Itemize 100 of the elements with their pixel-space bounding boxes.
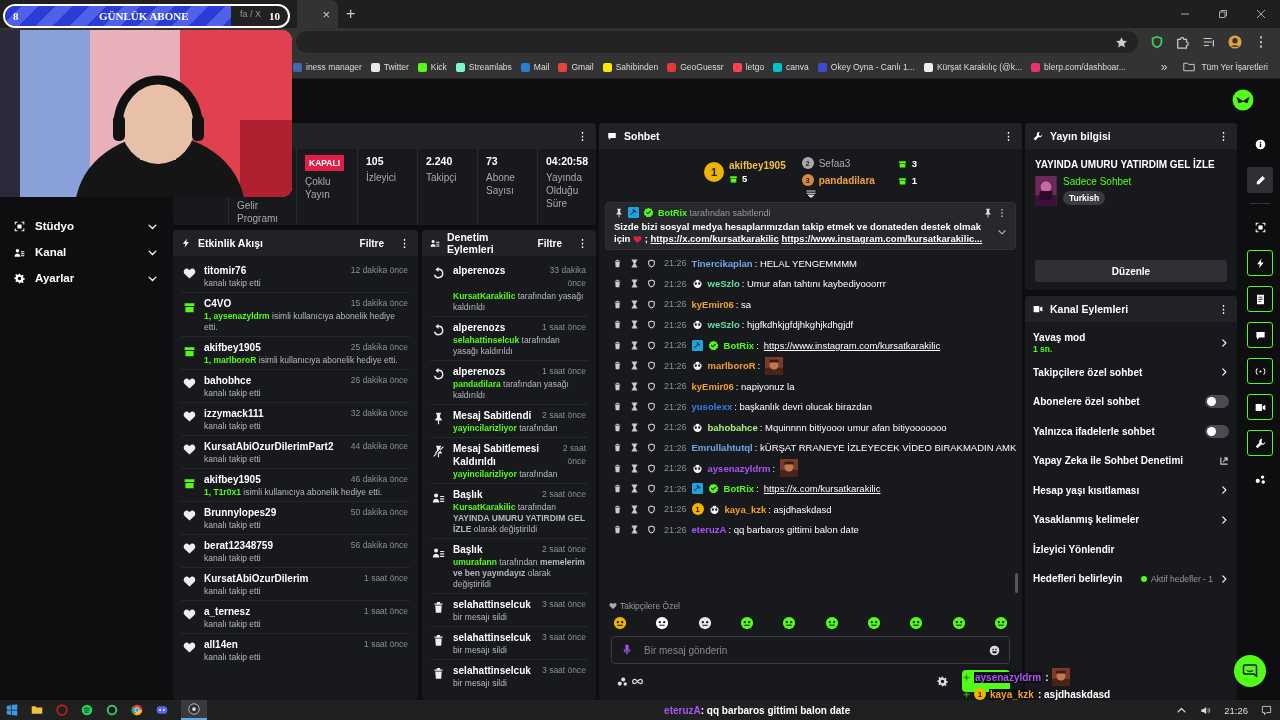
channel-action[interactable]: Hesap yaşı kısıtlaması	[1025, 475, 1237, 505]
emote-icon[interactable]	[866, 616, 881, 630]
hourglass-icon[interactable]	[630, 402, 639, 412]
shield-icon[interactable]	[647, 361, 656, 371]
link[interactable]: https://www.instagram.com/kursatkarakilic...	[781, 233, 983, 244]
username[interactable]: C4VO	[204, 297, 232, 310]
toggle-switch[interactable]	[1205, 395, 1229, 409]
bookmark[interactable]: Okey Oyna - Canlı 1...	[817, 62, 915, 72]
smiley-icon[interactable]	[989, 644, 1000, 656]
edit-button[interactable]: Düzenle	[1035, 260, 1227, 282]
shield-icon[interactable]	[647, 484, 656, 494]
username[interactable]: KursatAbiOzurDilerimPart2	[204, 440, 334, 453]
trash-icon[interactable]	[613, 504, 622, 514]
star-icon[interactable]	[1115, 35, 1128, 49]
emote-icon[interactable]	[782, 616, 797, 630]
channel-action[interactable]: Yavaş mod 1 sn.	[1025, 328, 1237, 358]
username[interactable]: akifbey1905	[204, 341, 261, 354]
close-icon[interactable]	[1256, 9, 1266, 19]
trash-icon[interactable]	[613, 279, 622, 289]
message-input[interactable]: Bir mesaj gönderin	[611, 636, 1010, 664]
hourglass-icon[interactable]	[630, 504, 639, 514]
channel-action[interactable]: Abonelere özel sohbet	[1025, 387, 1237, 417]
bookmark[interactable]: letgo	[732, 62, 765, 72]
emote-icon[interactable]	[951, 616, 966, 630]
points-icon[interactable]	[617, 675, 628, 687]
tag[interactable]: Turkish	[1063, 191, 1106, 205]
trash-icon[interactable]	[613, 443, 622, 453]
shield-icon[interactable]	[647, 422, 656, 432]
link[interactable]: https://www.instagram.com/kursatkarakilic	[763, 339, 941, 351]
bookmark[interactable]: Gmail	[558, 62, 594, 72]
shield-icon[interactable]	[647, 258, 656, 268]
game-controller-icon[interactable]	[156, 704, 168, 716]
shield-icon[interactable]	[647, 340, 656, 350]
sidebar-item[interactable]: Kanal	[0, 239, 170, 265]
bookmark[interactable]: GeoGuessr	[667, 62, 724, 72]
emote-icon[interactable]	[993, 616, 1008, 630]
sidebar-tool-button[interactable]	[1247, 167, 1273, 193]
trash-icon[interactable]	[613, 463, 622, 473]
shield-icon[interactable]	[647, 320, 656, 330]
shield-icon[interactable]	[647, 504, 656, 514]
hourglass-icon[interactable]	[630, 279, 639, 289]
bookmark[interactable]: blerp.com/dashboar...	[1031, 62, 1126, 72]
more-bookmarks-button[interactable]: »	[1160, 60, 1168, 74]
trash-icon[interactable]	[613, 525, 622, 535]
chat-bubble-button[interactable]	[1234, 655, 1266, 687]
username[interactable]: KursatAbiOzurDilerim	[204, 572, 309, 585]
hourglass-icon[interactable]	[630, 463, 639, 473]
username[interactable]: titomir76	[204, 264, 247, 277]
avatar-icon[interactable]	[1228, 35, 1242, 49]
username[interactable]: akifbey1905	[204, 473, 261, 486]
category-link[interactable]: Sadece Sohbet	[1063, 176, 1132, 187]
playlist-icon[interactable]	[1202, 35, 1216, 49]
username[interactable]: a_ternesz	[204, 605, 251, 618]
sidebar-tool-button[interactable]	[1247, 394, 1273, 420]
bookmark[interactable]: Mail	[520, 62, 550, 72]
trash-icon[interactable]	[613, 299, 622, 309]
sidebar-tool-button[interactable]	[1247, 358, 1273, 384]
emote-icon[interactable]	[909, 616, 924, 630]
username[interactable]: kyEmir06	[691, 298, 734, 310]
username[interactable]: kyEmir06	[691, 380, 734, 392]
shield-icon[interactable]	[647, 402, 656, 412]
channel-action[interactable]: Yalnızca ifadelerle sohbet	[1025, 416, 1237, 446]
toggle-switch[interactable]	[1205, 424, 1229, 438]
sidebar-tool-button[interactable]	[1247, 322, 1273, 348]
sidebar-tool-button[interactable]	[1247, 286, 1273, 312]
gear-icon[interactable]	[937, 675, 948, 687]
username[interactable]: weSzlo	[707, 319, 740, 331]
shield-icon[interactable]	[647, 299, 656, 309]
emote-icon[interactable]	[697, 616, 712, 630]
username[interactable]: bahobhce	[204, 374, 252, 387]
username[interactable]: Tinercikaplan	[691, 257, 753, 269]
restore-icon[interactable]	[1218, 9, 1228, 19]
bookmark[interactable]: Kürşat Karakılıç (@k...	[923, 62, 1023, 72]
bookmark[interactable]: Sahibinden	[602, 62, 659, 72]
bookmark[interactable]: Twitter	[370, 62, 409, 72]
link[interactable]: https://x.com/kursatkarakilic	[763, 483, 881, 495]
hourglass-icon[interactable]	[630, 320, 639, 330]
channel-action[interactable]: Takipçilere özel sohbet	[1025, 357, 1237, 387]
taskbar-app-button[interactable]	[181, 700, 207, 720]
username[interactable]: bahobahce	[707, 421, 758, 433]
emote-icon[interactable]	[824, 616, 839, 630]
username[interactable]: yusolexx	[691, 401, 733, 413]
username[interactable]: Sefaa3	[818, 157, 893, 169]
hourglass-icon[interactable]	[630, 525, 639, 535]
username[interactable]: weSzlo	[707, 278, 740, 290]
hourglass-icon[interactable]	[630, 484, 639, 494]
close-tab-button[interactable]: ×	[322, 6, 330, 22]
username[interactable]: aysenazyldrm	[707, 462, 771, 474]
bookmark-folder[interactable]: Tüm Yer İşaretleri	[1201, 62, 1268, 72]
bookmark[interactable]: canva	[773, 62, 809, 72]
hourglass-icon[interactable]	[630, 299, 639, 309]
shield-icon[interactable]	[647, 463, 656, 473]
shield-icon[interactable]	[647, 381, 656, 391]
trash-icon[interactable]	[613, 402, 622, 412]
username[interactable]: pandadilara	[818, 174, 893, 186]
channel-action[interactable]: Hedefleri belirleyin Aktif hedefler - 1	[1025, 564, 1237, 594]
filter-button[interactable]: Filtre	[537, 237, 562, 249]
channel-action[interactable]: Yapay Zeka ile Sohbet Denetimi	[1025, 446, 1237, 476]
phone-chat-icon[interactable]	[106, 704, 118, 716]
microphone-icon[interactable]	[621, 644, 633, 656]
